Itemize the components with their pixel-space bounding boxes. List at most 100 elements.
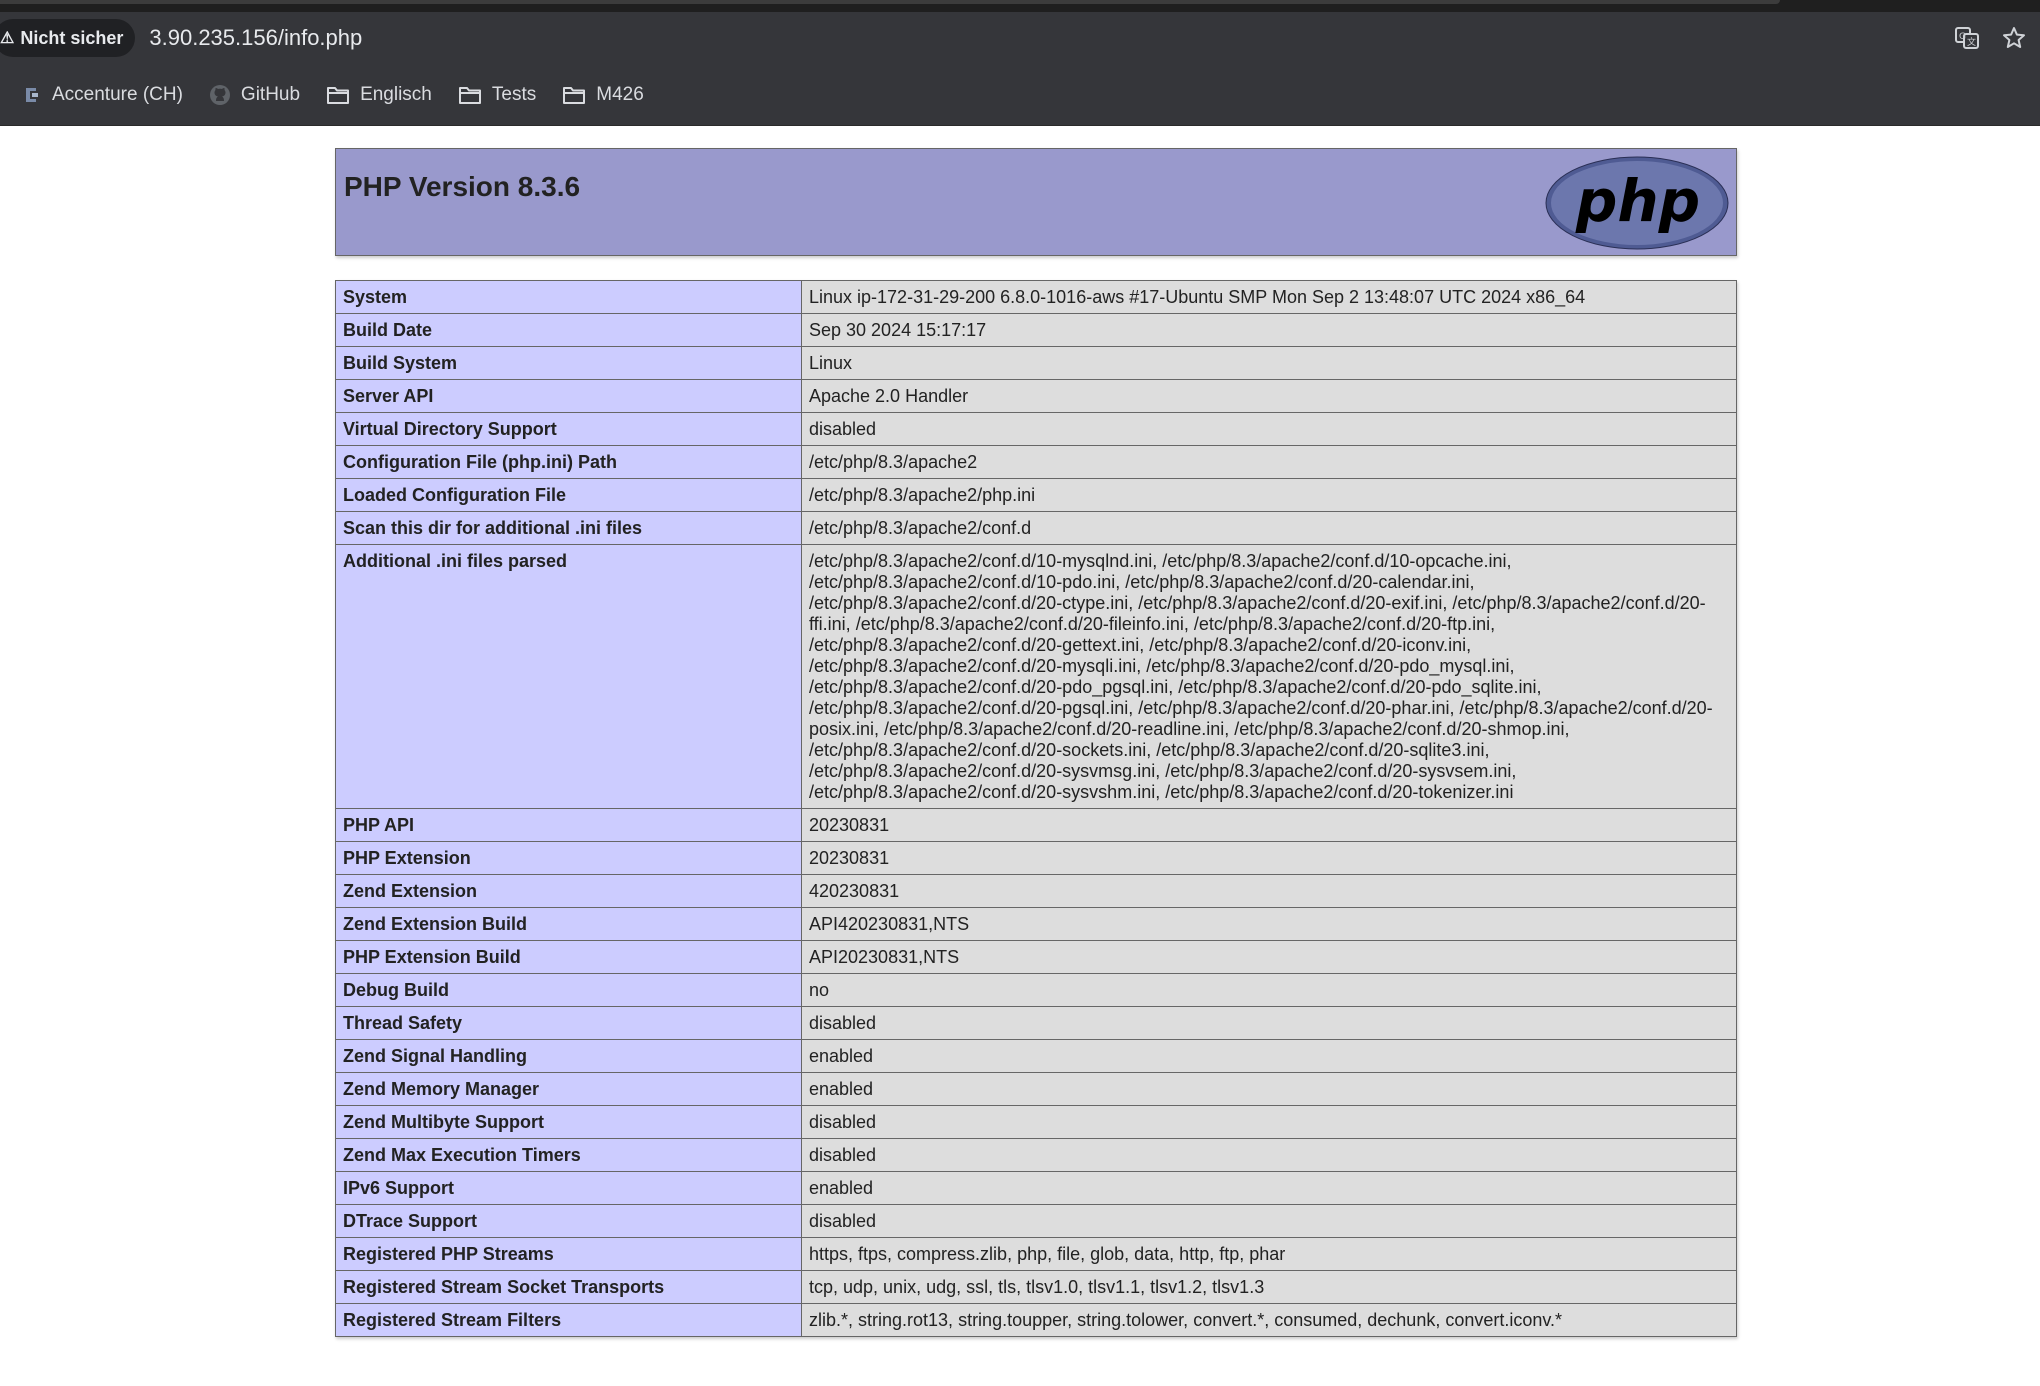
row-key: Zend Multibyte Support <box>335 1105 802 1139</box>
row-key: Registered PHP Streams <box>335 1237 802 1271</box>
active-tab-edge <box>0 0 1780 4</box>
row-value: API20230831,NTS <box>801 940 1737 974</box>
table-row: Virtual Directory Support disabled <box>335 412 1737 446</box>
row-key: PHP API <box>335 808 802 842</box>
row-value: 420230831 <box>801 874 1737 908</box>
table-row: Zend Multibyte Support disabled <box>335 1105 1737 1139</box>
browser-tab-strip <box>0 0 2040 12</box>
table-row: System Linux ip-172-31-29-200 6.8.0-1016-… <box>335 280 1737 314</box>
github-icon <box>209 84 231 106</box>
php-logo-icon: php <box>1545 156 1729 250</box>
row-value: disabled <box>801 1204 1737 1238</box>
table-row: Registered Stream Socket Transports tcp, … <box>335 1270 1737 1304</box>
folder-icon <box>326 85 350 105</box>
bookmark-label: Englisch <box>360 83 432 105</box>
row-key: Debug Build <box>335 973 802 1007</box>
page-title: PHP Version 8.3.6 <box>344 171 581 202</box>
table-row: PHP Extension 20230831 <box>335 841 1737 875</box>
table-row: Server API Apache 2.0 Handler <box>335 379 1737 413</box>
row-key: Loaded Configuration File <box>335 478 802 512</box>
row-value: disabled <box>801 412 1737 446</box>
bookmarks-bar: Accenture (CH) GitHub Englisch Tests M42… <box>0 64 2040 126</box>
table-row: Thread Safety disabled <box>335 1006 1737 1040</box>
row-value: Linux ip-172-31-29-200 6.8.0-1016-aws #1… <box>801 280 1737 314</box>
row-value: zlib.*, string.rot13, string.toupper, st… <box>801 1303 1737 1337</box>
row-value: /etc/php/8.3/apache2/conf.d <box>801 511 1737 545</box>
svg-text:G: G <box>1959 32 1966 42</box>
bookmark-folder-englisch[interactable]: Englisch <box>326 84 432 106</box>
phpinfo-header: PHP Version 8.3.6 php <box>335 148 1737 256</box>
row-key: Registered Stream Socket Transports <box>335 1270 802 1304</box>
php-info-table: System Linux ip-172-31-29-200 6.8.0-1016-… <box>335 280 1737 1337</box>
table-row: PHP API 20230831 <box>335 808 1737 842</box>
address-bar-actions: G 文 <box>1954 12 2026 64</box>
row-key: Zend Max Execution Timers <box>335 1138 802 1172</box>
row-value: enabled <box>801 1072 1737 1106</box>
bookmark-label: M426 <box>596 83 644 105</box>
row-key: Additional .ini files parsed <box>335 544 802 809</box>
table-row: Registered PHP Streams https, ftps, compr… <box>335 1237 1737 1271</box>
bookmark-star-icon[interactable] <box>2002 26 2026 50</box>
accenture-favicon <box>22 85 42 105</box>
row-value: /etc/php/8.3/apache2 <box>801 445 1737 479</box>
row-key: Zend Memory Manager <box>335 1072 802 1106</box>
security-indicator[interactable]: ⚠ Nicht sicher <box>0 19 136 57</box>
row-value: disabled <box>801 1006 1737 1040</box>
table-row: Zend Memory Manager enabled <box>335 1072 1737 1106</box>
table-row: Build System Linux <box>335 346 1737 380</box>
bookmark-github[interactable]: GitHub <box>209 84 300 106</box>
row-value: https, ftps, compress.zlib, php, file, g… <box>801 1237 1737 1271</box>
table-row: Build Date Sep 30 2024 15:17:17 <box>335 313 1737 347</box>
bookmark-accenture[interactable]: Accenture (CH) <box>22 84 183 106</box>
table-row: Zend Signal Handling enabled <box>335 1039 1737 1073</box>
row-key: DTrace Support <box>335 1204 802 1238</box>
table-row: DTrace Support disabled <box>335 1204 1737 1238</box>
row-key: IPv6 Support <box>335 1171 802 1205</box>
row-value: Linux <box>801 346 1737 380</box>
security-label: Nicht sicher <box>20 27 124 48</box>
row-key: Zend Extension <box>335 874 802 908</box>
row-value: disabled <box>801 1138 1737 1172</box>
folder-icon <box>458 85 482 105</box>
row-key: Build Date <box>335 313 802 347</box>
table-row: Additional .ini files parsed/etc/php/8.3… <box>335 544 1737 809</box>
php-logo[interactable]: php <box>1544 155 1730 256</box>
phpinfo-page: PHP Version 8.3.6 php System Linux ip-172… <box>335 148 1737 1337</box>
row-value: /etc/php/8.3/apache2/php.ini <box>801 478 1737 512</box>
bookmark-label: Tests <box>491 83 537 105</box>
row-value: 20230831 <box>801 841 1737 875</box>
svg-text:文: 文 <box>1967 36 1976 48</box>
row-key: Server API <box>335 379 802 413</box>
url-field[interactable]: 3.90.235.156/info.php <box>149 25 362 51</box>
bookmark-label: GitHub <box>240 83 301 105</box>
row-key: Build System <box>335 346 802 380</box>
folder-icon <box>562 85 586 105</box>
table-row: IPv6 Support enabled <box>335 1171 1737 1205</box>
row-value: disabled <box>801 1105 1737 1139</box>
bookmark-label: Accenture (CH) <box>52 83 183 105</box>
warning-icon: ⚠ <box>0 30 15 47</box>
table-row: Debug Build no <box>335 973 1737 1007</box>
row-key: Thread Safety <box>335 1006 802 1040</box>
address-bar: ⚠ Nicht sicher 3.90.235.156/info.php G 文 <box>0 12 2040 64</box>
row-key: PHP Extension Build <box>335 940 802 974</box>
row-value: 20230831 <box>801 808 1737 842</box>
row-key: Scan this dir for additional .ini files <box>335 511 802 545</box>
translate-icon[interactable]: G 文 <box>1954 25 1980 51</box>
table-row: Scan this dir for additional .ini files /… <box>335 511 1737 545</box>
table-row: PHP Extension Build API20230831,NTS <box>335 940 1737 974</box>
row-key: Zend Signal Handling <box>335 1039 802 1073</box>
row-value: Apache 2.0 Handler <box>801 379 1737 413</box>
row-value: Sep 30 2024 15:17:17 <box>801 313 1737 347</box>
row-key: PHP Extension <box>335 841 802 875</box>
row-key: Virtual Directory Support <box>335 412 802 446</box>
row-key: Zend Extension Build <box>335 907 802 941</box>
table-row: Configuration File (php.ini) Path/etc/ph… <box>335 445 1737 479</box>
bookmark-folder-m426[interactable]: M426 <box>562 84 644 106</box>
row-value: enabled <box>801 1171 1737 1205</box>
bookmark-folder-tests[interactable]: Tests <box>458 84 536 106</box>
table-row: Registered Stream Filters zlib.*, string.… <box>335 1303 1737 1337</box>
row-value: API420230831,NTS <box>801 907 1737 941</box>
row-key: System <box>335 280 802 314</box>
table-row: Zend Max Execution Timers disabled <box>335 1138 1737 1172</box>
